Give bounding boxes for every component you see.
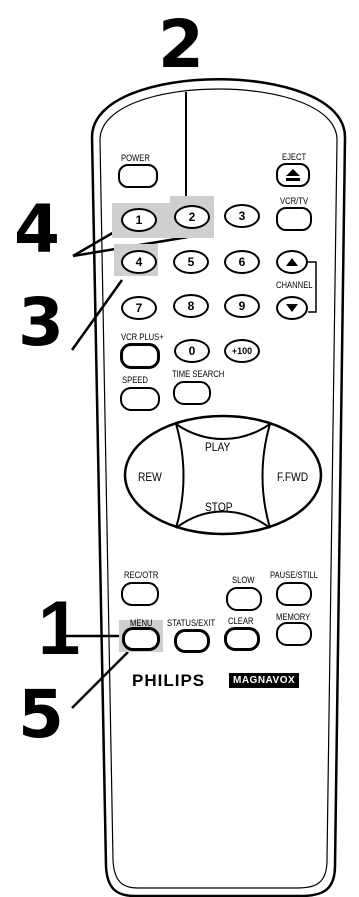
digit-1-label: 1 [135,213,143,227]
digit-7-button[interactable]: 7 [121,296,157,320]
step-number-2: 2 [158,6,204,83]
speed-button[interactable] [120,387,160,411]
digit-4-label: 4 [135,255,143,269]
pause-still-label: PAUSE/STILL [270,570,318,580]
status-exit-label: STATUS/EXIT [167,618,216,628]
step-number-5: 5 [18,676,64,753]
digit-6-label: 6 [238,255,246,269]
time-search-button[interactable] [173,381,211,405]
digit-5-label: 5 [187,255,195,269]
speed-label: SPEED [122,375,148,385]
digit-6-button[interactable]: 6 [224,250,260,274]
channel-up-button[interactable] [276,250,308,274]
memory-label: MEMORY [276,612,311,622]
step-number-1: 1 [38,586,81,671]
plus-100-label: +100 [231,346,253,356]
step-number-3: 3 [18,284,64,361]
ffwd-button[interactable]: F.FWD [277,470,308,484]
stop-button[interactable]: STOP [205,500,233,514]
vcr-tv-button[interactable] [276,207,312,231]
status-exit-button[interactable] [174,629,210,653]
power-button[interactable] [118,164,158,188]
menu-button[interactable] [122,627,160,651]
triangle-up-icon [286,258,298,266]
memory-button[interactable] [276,622,312,646]
step-number-4: 4 [14,191,60,268]
digit-3-button[interactable]: 3 [224,204,260,228]
power-label: POWER [121,153,150,163]
eject-button[interactable] [276,163,310,187]
vcr-plus-label: VCR PLUS+ [121,332,164,342]
digit-5-button[interactable]: 5 [173,250,209,274]
digit-9-button[interactable]: 9 [224,294,260,318]
digit-7-label: 7 [135,301,143,315]
digit-8-button[interactable]: 8 [173,294,209,318]
rec-otr-label: REC/OTR [124,570,159,580]
slow-label: SLOW [232,575,255,585]
channel-down-button[interactable] [276,296,308,320]
digit-1-button[interactable]: 1 [121,208,157,232]
slow-button[interactable] [226,587,262,611]
rec-otr-button[interactable] [121,582,159,606]
eject-label: EJECT [282,152,307,162]
clear-button[interactable] [224,627,260,651]
play-button[interactable]: PLAY [205,440,230,454]
digit-0-button[interactable]: 0 [174,339,210,363]
digit-0-label: 0 [188,344,196,358]
digit-4-button[interactable]: 4 [121,250,157,274]
clear-label: CLEAR [228,616,254,626]
brand-magnavox: MAGNAVOX [229,673,300,688]
brand-philips: PHILIPS [132,671,206,690]
plus-100-button[interactable]: +100 [224,339,260,363]
vcr-tv-label: VCR/TV [280,196,309,206]
digit-3-label: 3 [238,209,246,223]
remote-outline-drawing [60,78,347,897]
triangle-down-icon [286,304,298,312]
digit-8-label: 8 [187,299,195,313]
time-search-label: TIME SEARCH [172,369,225,379]
digit-2-button[interactable]: 2 [174,205,210,229]
pause-still-button[interactable] [276,582,312,606]
vcr-plus-button[interactable] [120,343,160,369]
rew-button[interactable]: REW [138,470,162,484]
channel-label: CHANNEL [276,280,313,290]
digit-2-label: 2 [188,210,196,224]
eject-icon [286,169,300,181]
digit-9-label: 9 [238,299,246,313]
